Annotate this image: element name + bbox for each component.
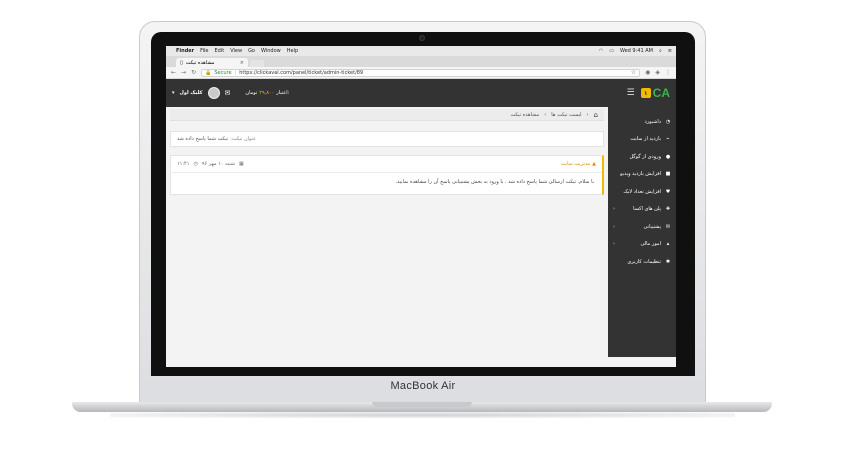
plans-icon: ✚ xyxy=(665,206,671,213)
secure-label: Secure xyxy=(214,69,232,76)
message-header: ▲ مدیریت سایت ۱۱:۴۱ ◷ شنبه ۱۰ مهر ۹۶ ▦ xyxy=(171,156,602,173)
sidebar-item-support[interactable]: ✉ پشتیبانی ‹ xyxy=(608,218,676,236)
device-brand: MacBook Air xyxy=(390,380,456,392)
ticket-subject: عنوان تیکت: تیکت شما پاسخ داده شد xyxy=(170,131,604,147)
breadcrumb: مشاهده تیکت ‹ لیست تیکت ها ‹ ⌂ xyxy=(170,109,604,121)
menu-edit[interactable]: Edit xyxy=(215,48,225,54)
sidebar-item-settings[interactable]: ✱ تنظیمات کاربری xyxy=(608,253,676,271)
subject-label: عنوان تیکت: xyxy=(230,136,257,142)
mail-icon[interactable]: ✉ xyxy=(225,89,231,97)
message-time: ۱۱:۴۱ xyxy=(177,161,190,167)
subject-value: تیکت شما پاسخ داده شد xyxy=(177,136,229,142)
browser-tab[interactable]: ▯ مشاهده تیکت × xyxy=(176,58,248,67)
sidebar-item-site-visits[interactable]: ⌁ بازدید از سایت xyxy=(608,131,676,149)
screen: Finder File Edit View Go Window Help ◠ ▭… xyxy=(166,46,676,367)
browser-tab-strip: ▯ مشاهده تیکت × xyxy=(166,56,676,67)
spotlight-icon[interactable]: ⌕ xyxy=(659,48,662,54)
browser-toolbar: ← → ↻ 🔒 Secure | https://clickaval.com/p… xyxy=(166,67,676,79)
message-meta: ۱۱:۴۱ ◷ شنبه ۱۰ مهر ۹۶ ▦ xyxy=(177,161,244,167)
menu-go[interactable]: Go xyxy=(248,48,255,54)
url-text: https://clickaval.com/panel/ticket/admin… xyxy=(239,69,364,76)
user-icon: ▲ xyxy=(592,161,596,167)
back-icon[interactable]: ← xyxy=(171,69,176,76)
laptop-shadow xyxy=(110,412,735,418)
ticket-message: ▲ مدیریت سایت ۱۱:۴۱ ◷ شنبه ۱۰ مهر ۹۶ ▦ ب… xyxy=(170,155,604,195)
extension-icon[interactable]: ◈ xyxy=(655,69,660,76)
breadcrumb-separator: ‹ xyxy=(586,111,589,118)
logo-badge: ۱ xyxy=(640,88,651,98)
avatar[interactable] xyxy=(207,87,220,99)
base-notch xyxy=(372,402,472,407)
menu-list-icon[interactable]: ≡ xyxy=(668,48,672,54)
laptop-mockup: MacBook Air Finder File Edit View Go Win… xyxy=(0,0,845,450)
menu-help[interactable]: Help xyxy=(287,48,298,54)
menu-finder[interactable]: Finder xyxy=(176,48,194,54)
video-icon: ■ xyxy=(665,171,671,178)
credit-amount: ۲۹,۸۰۰ xyxy=(259,90,275,96)
new-tab-button[interactable] xyxy=(250,60,264,67)
breadcrumb-current: مشاهده تیکت xyxy=(510,111,540,118)
tab-title: مشاهده تیکت xyxy=(185,59,215,66)
home-icon[interactable]: ⌂ xyxy=(594,111,598,119)
reload-icon[interactable]: ↻ xyxy=(191,69,196,76)
dashboard-icon: ◔ xyxy=(665,118,671,125)
content-area: مشاهده تیکت ‹ لیست تیکت ها ‹ ⌂ عنوان تیک… xyxy=(166,107,676,357)
sidebar: ◔ داشبورد ⌁ بازدید از سایت ● ورودی از گو… xyxy=(608,107,676,357)
menu-clock[interactable]: Wed 9:41 AM xyxy=(620,48,653,54)
wifi-icon[interactable]: ◠ xyxy=(599,48,603,54)
sidebar-item-plans[interactable]: ✚ پلن های اکسا ‹ xyxy=(608,201,676,219)
clock-icon: ◷ xyxy=(193,161,198,167)
main-panel: مشاهده تیکت ‹ لیست تیکت ها ‹ ⌂ عنوان تیک… xyxy=(166,107,608,357)
chrome-menu-icon[interactable]: ⋮ xyxy=(665,69,671,76)
sidebar-item-google[interactable]: ● ورودی از گوگل xyxy=(608,148,676,166)
tab-close-icon[interactable]: × xyxy=(240,60,244,66)
message-body: با سلام. تیکت ارسالی شما پاسخ داده شد . … xyxy=(395,179,594,185)
extension-icon[interactable]: ◉ xyxy=(645,69,650,76)
chevron-icon: ‹ xyxy=(613,241,615,248)
credit-unit: تومان xyxy=(245,90,258,96)
chevron-icon: ‹ xyxy=(613,206,615,213)
star-icon[interactable]: ☆ xyxy=(631,69,636,76)
finance-icon: ▴ xyxy=(666,241,670,248)
user-name[interactable]: کلیک اول xyxy=(180,90,203,96)
logo-text: CA xyxy=(652,86,670,100)
breadcrumb-separator: ‹ xyxy=(544,111,547,118)
credit-label: اعتبار: xyxy=(276,90,290,96)
chevron-down-icon[interactable]: ▾ xyxy=(172,90,175,96)
message-sender: ▲ مدیریت سایت xyxy=(561,161,596,167)
mac-menu-bar: Finder File Edit View Go Window Help ◠ ▭… xyxy=(166,46,676,56)
chevron-icon: ‹ xyxy=(613,223,615,230)
sidebar-item-dashboard[interactable]: ◔ داشبورد xyxy=(608,113,676,131)
menu-view[interactable]: View xyxy=(230,48,242,54)
battery-icon[interactable]: ▭ xyxy=(609,48,614,54)
sidebar-item-likes[interactable]: ♥ افزایش تعداد لایک xyxy=(608,183,676,201)
breadcrumb-tickets-link[interactable]: لیست تیکت ها xyxy=(551,112,581,118)
sidebar-item-video[interactable]: ■ افزایش بازدید ویدیو xyxy=(608,166,676,184)
heart-icon: ♥ xyxy=(665,188,671,195)
sender-name: مدیریت سایت xyxy=(560,161,591,167)
lock-icon: 🔒 xyxy=(205,69,212,76)
address-bar[interactable]: 🔒 Secure | https://clickaval.com/panel/t… xyxy=(201,68,641,77)
page-icon: ▯ xyxy=(180,59,183,66)
app-header: ▾ کلیک اول ✉ تومان ۲۹,۸۰۰ اعتبار: ☰ ۱ CA xyxy=(166,79,676,107)
calendar-icon: ▦ xyxy=(238,161,244,167)
forward-icon[interactable]: → xyxy=(181,69,186,76)
site-logo[interactable]: ۱ CA xyxy=(640,86,670,100)
message-date: شنبه ۱۰ مهر ۹۶ xyxy=(201,161,235,167)
support-icon: ✉ xyxy=(665,223,671,230)
hamburger-menu-icon[interactable]: ☰ xyxy=(627,88,635,98)
chart-icon: ⌁ xyxy=(666,136,670,143)
google-icon: ● xyxy=(665,153,671,160)
sidebar-item-finance[interactable]: ▴ امور مالی ‹ xyxy=(608,236,676,254)
credit-display: تومان ۲۹,۸۰۰ اعتبار: xyxy=(245,90,289,96)
camera xyxy=(419,35,425,41)
menu-file[interactable]: File xyxy=(200,48,208,54)
menu-window[interactable]: Window xyxy=(261,48,281,54)
settings-icon: ✱ xyxy=(665,258,671,265)
